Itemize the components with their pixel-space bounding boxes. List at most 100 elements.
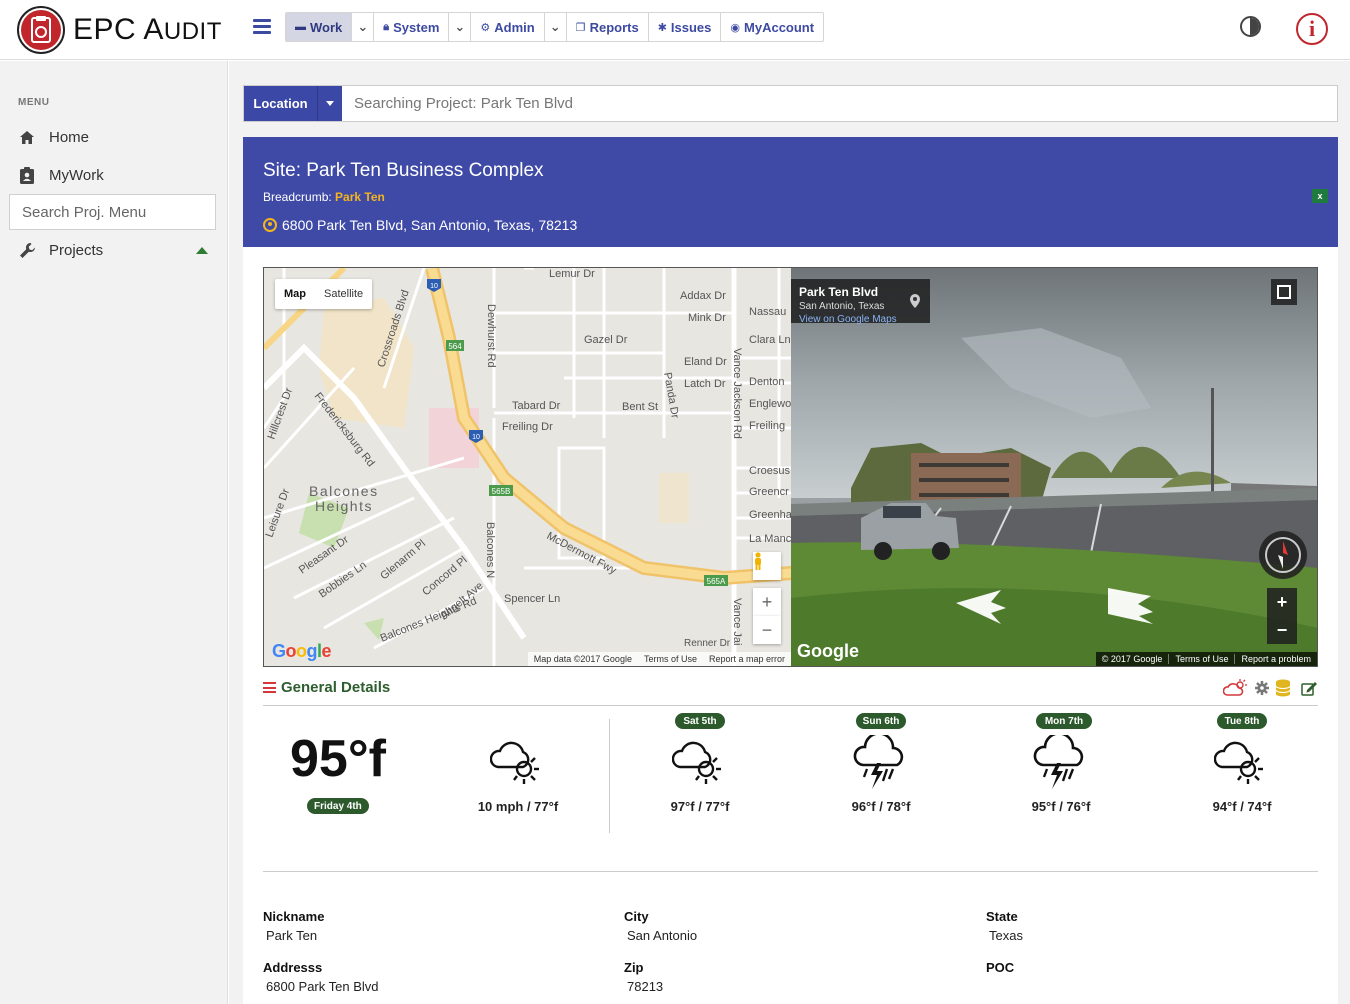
forecast-temps: 96°f / 78°f (851, 799, 911, 814)
current-temperature: 95°f (290, 730, 386, 788)
edit-icon[interactable] (1301, 681, 1318, 701)
field-address: Addresss 6800 Park Ten Blvd (263, 960, 379, 994)
street-zoom-in-button[interactable]: + (1267, 588, 1297, 616)
nav-issues[interactable]: ✱ Issues (649, 13, 722, 41)
chevron-down-icon: ⌄ (454, 19, 466, 34)
forecast-temps: 97°f / 77°f (670, 799, 730, 814)
theme-toggle-icon[interactable] (1240, 16, 1261, 37)
map-label: Balcones (309, 483, 379, 499)
map-label: Bent St (622, 401, 658, 413)
caret-up-icon[interactable] (196, 247, 208, 254)
map-zoom-in-button[interactable]: + (753, 588, 781, 616)
street-view[interactable]: Park Ten Blvd San Antonio, Texas View on… (791, 267, 1318, 667)
view-on-google-maps-link[interactable]: View on Google Maps (799, 314, 922, 325)
map-pin-icon[interactable] (910, 294, 920, 308)
map-label: Freiling (749, 420, 785, 432)
compass-icon[interactable] (1259, 531, 1307, 579)
field-city: City San Antonio (624, 909, 698, 943)
map-label: Spencer Ln (504, 593, 560, 605)
sidebar-search-input[interactable] (9, 194, 216, 230)
sidebar: MENU Home MyWork Projects (0, 61, 228, 1004)
map-label: Englewo (749, 398, 791, 410)
general-details-header: General Details (263, 679, 1318, 706)
map-type-satellite-button[interactable]: Satellite (315, 279, 372, 309)
hamburger-menu-icon[interactable] (253, 19, 271, 35)
map-label: Mink Dr (688, 312, 726, 324)
top-bar: EPC AUDIT ▬ Work ⌄ 🔒︎ System ⌄ ⚙ Admin ⌄ ❐ R… (0, 0, 1350, 60)
gear-icon[interactable] (1255, 681, 1269, 700)
general-details-tools (1217, 679, 1318, 702)
map-label: Gazel Dr (584, 334, 628, 346)
weather-settings-icon[interactable] (1222, 679, 1249, 702)
nav-myaccount[interactable]: ◉ MyAccount (721, 13, 823, 41)
map-zoom-out-button[interactable]: − (753, 616, 781, 644)
map-shield-564: 564 (448, 342, 462, 351)
general-details-title[interactable]: General Details (263, 679, 390, 696)
excel-export-icon[interactable]: x (1312, 189, 1328, 203)
menu-label: MENU (18, 97, 50, 108)
nav-system-dropdown[interactable]: ⌄ (449, 13, 472, 41)
location-button[interactable]: Location (244, 86, 317, 121)
nav-work[interactable]: ▬ Work (286, 13, 353, 41)
site-details-card: 564 565B 565A 10 10 Lemur Dr Addax Dr Mi… (243, 247, 1338, 1004)
pegman-icon[interactable] (753, 552, 781, 580)
nav-system[interactable]: 🔒︎ System (374, 13, 450, 41)
project-search-input[interactable] (342, 86, 1337, 121)
sidebar-item-mywork[interactable]: MyWork (18, 164, 104, 186)
nav-admin[interactable]: ⚙ Admin (471, 13, 545, 41)
weather-divider (609, 719, 610, 833)
breadcrumb: Breadcrumb: Park Ten (263, 190, 385, 204)
map-shield-i10-top: 10 (430, 283, 438, 290)
sidebar-item-home[interactable]: Home (18, 126, 89, 148)
map-report-error-link[interactable]: Report a map error (703, 654, 791, 664)
street-view-terms-link[interactable]: Terms of Use (1169, 654, 1236, 664)
street-view-info-card: Park Ten Blvd San Antonio, Texas View on… (791, 279, 930, 325)
partly-cloudy-icon (490, 741, 539, 784)
forecast-day-badge: Tue 8th (1217, 713, 1267, 729)
sidebar-item-projects[interactable]: Projects (18, 239, 103, 261)
site-address: 6800 Park Ten Blvd, San Antonio, Texas, … (263, 217, 577, 233)
map-label: Renner Dr (684, 638, 731, 649)
forecast-day-badge: Mon 7th (1036, 713, 1092, 729)
current-day-badge: Friday 4th (307, 798, 369, 814)
street-zoom-out-button[interactable]: − (1267, 616, 1297, 644)
nav-reports[interactable]: ❐ Reports (567, 13, 649, 41)
map-label: Lemur Dr (549, 268, 595, 280)
map-label: Croesus (749, 465, 790, 477)
street-view-footer: © 2017 Google Terms of Use Report a prob… (1095, 652, 1317, 666)
main-nav: ▬ Work ⌄ 🔒︎ System ⌄ ⚙ Admin ⌄ ❐ Reports ✱ Is… (285, 12, 825, 42)
breadcrumb-link[interactable]: Park Ten (335, 190, 385, 204)
location-dropdown-toggle[interactable] (317, 86, 342, 121)
map-label: Eland Dr (684, 356, 727, 368)
map-label: Dewhurst Rd (485, 304, 497, 368)
nav-work-dropdown[interactable]: ⌄ (352, 13, 375, 41)
street-view-title: Park Ten Blvd (799, 285, 879, 299)
database-icon[interactable] (1275, 679, 1291, 702)
folder-icon: ▬ (295, 21, 306, 33)
map-type-map-button[interactable]: Map (275, 279, 315, 309)
map-label: La Manc (749, 533, 791, 545)
map-terms-link[interactable]: Terms of Use (638, 654, 703, 664)
chevron-down-icon: ⌄ (549, 19, 561, 34)
site-header: Site: Park Ten Business Complex Breadcru… (243, 137, 1338, 247)
wind-value: 10 mph / 77°f (477, 799, 559, 814)
map-label: Heights (315, 498, 373, 514)
nav-admin-dropdown[interactable]: ⌄ (545, 13, 567, 41)
google-logo: Google (797, 641, 859, 661)
field-zip: Zip 78213 (624, 960, 664, 994)
google-map[interactable]: 564 565B 565A 10 10 Lemur Dr Addax Dr Mi… (263, 267, 791, 667)
cogs-icon: ⚙ (480, 21, 491, 34)
fullscreen-icon[interactable] (1271, 279, 1297, 305)
caret-down-icon (326, 101, 334, 106)
map-shield-565a: 565A (707, 577, 726, 586)
partly-cloudy-icon (672, 741, 721, 784)
location-search-bar: Location (243, 85, 1338, 122)
map-data-credit: Map data ©2017 Google (533, 654, 632, 664)
weather-panel: 95°f Friday 4th 10 mph / 77°f Sat 5th 97… (263, 713, 1318, 837)
info-icon[interactable]: i (1296, 13, 1328, 45)
home-icon (18, 128, 36, 146)
street-view-report-link[interactable]: Report a problem (1235, 654, 1317, 664)
forecast-temps: 94°f / 74°f (1212, 799, 1272, 814)
brand[interactable]: EPC AUDIT (17, 6, 222, 54)
map-label: Vance Jackson Rd (731, 348, 743, 439)
